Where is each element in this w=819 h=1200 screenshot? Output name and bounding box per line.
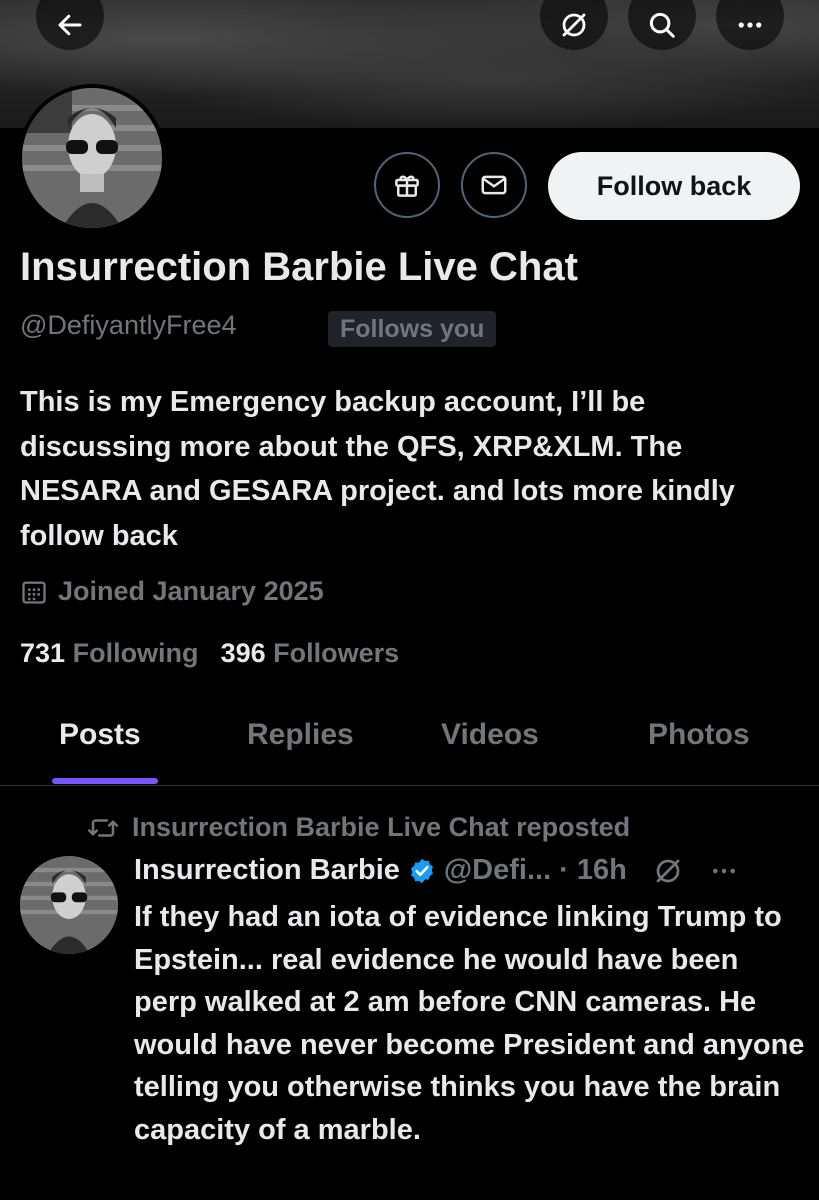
post-author-handle[interactable]: @Defi...	[444, 854, 551, 887]
followers-label: Followers	[273, 638, 400, 668]
follows-you-badge: Follows you	[328, 311, 497, 347]
gift-button[interactable]	[374, 152, 440, 218]
following-count: 731	[20, 638, 66, 668]
verified-badge-icon	[410, 858, 433, 883]
repost-label: Insurrection Barbie Live Chat reposted	[132, 812, 631, 842]
avatar-image	[20, 856, 118, 954]
tabs-divider	[0, 785, 819, 786]
joined-date: Joined January 2025	[20, 576, 324, 607]
gift-icon	[395, 175, 419, 197]
tab-posts[interactable]: Posts	[59, 718, 141, 752]
repost-icon	[88, 818, 118, 837]
following-link[interactable]: 731 Following	[20, 638, 199, 669]
profile-bio: This is my Emergency backup account, I’l…	[20, 386, 735, 552]
post-author-name[interactable]: Insurrection Barbie	[134, 854, 400, 887]
grok-icon[interactable]	[653, 856, 683, 886]
profile-avatar[interactable]	[18, 84, 166, 232]
joined-text: Joined January 2025	[58, 576, 324, 606]
follow-back-button[interactable]: Follow back	[548, 152, 800, 220]
profile-handle: @DefiyantlyFree4	[20, 310, 237, 340]
mail-icon	[481, 175, 507, 195]
followers-link[interactable]: 396 Followers	[221, 638, 400, 669]
repost-indicator: Insurrection Barbie Live Chat reposted	[88, 812, 630, 843]
post-author-avatar[interactable]	[20, 856, 118, 954]
tab-videos[interactable]: Videos	[441, 718, 539, 752]
post-header: Insurrection Barbie @Defi... · 16h	[134, 854, 739, 887]
message-button[interactable]	[461, 152, 527, 218]
more-icon	[738, 22, 762, 28]
back-arrow-icon	[58, 14, 82, 36]
avatar-image	[22, 88, 162, 228]
tab-photos[interactable]: Photos	[648, 718, 750, 752]
active-tab-indicator	[52, 778, 158, 784]
followers-count: 396	[220, 638, 266, 668]
profile-stats: 731 Following 396 Followers	[20, 638, 399, 669]
profile-name: Insurrection Barbie Live Chat	[20, 245, 578, 289]
profile-tabs: Posts Replies Videos Photos	[0, 700, 819, 784]
search-icon	[649, 12, 675, 38]
tab-replies[interactable]: Replies	[247, 718, 354, 752]
more-icon[interactable]	[709, 856, 739, 886]
grok-icon	[562, 13, 586, 37]
post-time[interactable]: · 16h	[559, 854, 627, 887]
calendar-icon	[22, 581, 46, 604]
following-label: Following	[72, 638, 199, 668]
post-text: If they had an iota of evidence linking …	[134, 901, 805, 1146]
